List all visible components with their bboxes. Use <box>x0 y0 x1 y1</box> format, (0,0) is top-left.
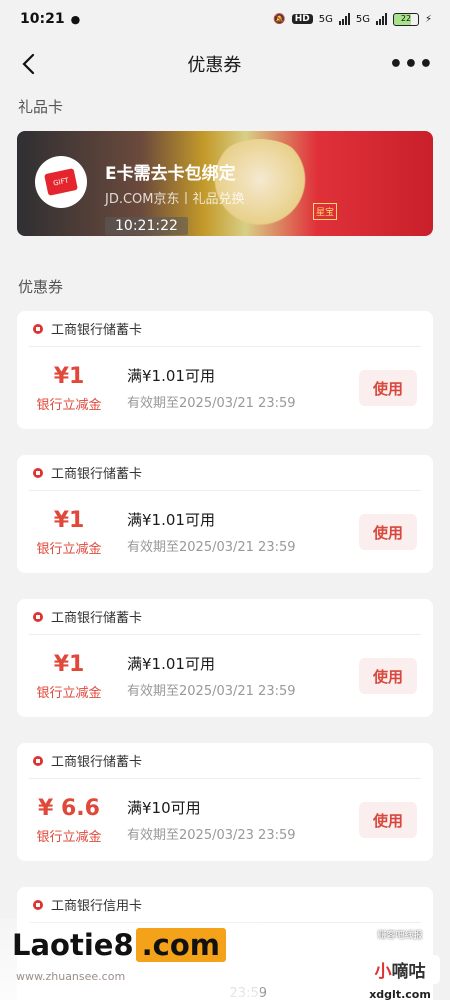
coupon-bank: 工商银行储蓄卡 <box>51 611 143 626</box>
watermark-right: 赚客吧线报 小嘀咕 xdglt.com <box>360 928 440 1000</box>
gift-section-title: 礼品卡 <box>18 98 64 116</box>
coupon-condition: 满¥1.01可用 <box>127 655 215 673</box>
coupon-header: 工商银行储蓄卡 <box>29 311 421 347</box>
signal-icon-2 <box>375 13 387 25</box>
coupon-header: 工商银行储蓄卡 <box>29 455 421 491</box>
coupon-bank: 工商银行储蓄卡 <box>51 467 143 482</box>
coupon-expiry: 有效期至2025/03/21 23:59 <box>127 396 296 411</box>
chevron-left-icon <box>22 53 35 75</box>
coupon-card: 工商银行储蓄卡 ¥1 银行立减金 满¥1.01可用有效期至2025/03/21 2… <box>17 599 433 717</box>
coupon-amount: ¥1 <box>53 507 85 533</box>
gift-card-logo: GIFT <box>35 156 87 208</box>
coupon-header: 工商银行储蓄卡 <box>29 743 421 779</box>
gift-card-subtitle: JD.COM京东丨礼品兑换 <box>105 192 245 207</box>
watermark-logo: Laotie8 .com <box>12 928 226 962</box>
network-label-2: 5G <box>355 13 370 25</box>
gift-card-title: E卡需去卡包绑定 <box>105 164 236 184</box>
more-menu-button[interactable]: ••• <box>389 52 434 77</box>
page-title: 优惠券 <box>187 55 242 76</box>
bank-logo-icon <box>33 899 43 910</box>
coupon-amount: ¥1 <box>53 363 85 389</box>
nav-bar: 优惠券 ••• <box>0 38 450 90</box>
coupon-type: 银行立减金 <box>36 541 102 557</box>
charging-icon: ⚡ <box>424 13 432 25</box>
coupon-card: 工商银行储蓄卡 ¥1 银行立减金 满¥1.01可用有效期至2025/03/21 2… <box>17 311 433 429</box>
coupon-card: 工商银行储蓄卡 ¥1 银行立减金 满¥1.01可用有效期至2025/03/21 2… <box>17 455 433 573</box>
coupon-type: 银行立减金 <box>36 829 102 845</box>
coupon-type: 银行立减金 <box>36 685 102 701</box>
watermark-site: xdglt.com <box>369 988 431 1000</box>
coupon-card: 工商银行储蓄卡 ¥ 6.6 银行立减金 满¥10可用有效期至2025/03/23 … <box>17 743 433 861</box>
status-time: 10:21 <box>20 11 65 27</box>
use-coupon-button[interactable]: 使用 <box>359 514 417 550</box>
status-bar: 10:21 ● 🔕 HD 5G 5G 22 ⚡ <box>0 0 450 38</box>
coupon-expiry: 有效期至2025/03/21 23:59 <box>127 540 296 555</box>
use-coupon-button[interactable]: 使用 <box>359 370 417 406</box>
coupon-header: 工商银行储蓄卡 <box>29 599 421 635</box>
watermark-url: www.zhuansee.com <box>16 970 126 983</box>
use-coupon-button[interactable]: 使用 <box>359 658 417 694</box>
coupon-condition: 满¥10可用 <box>127 799 201 817</box>
gift-icon: GIFT <box>44 168 78 196</box>
coupon-condition: 满¥1.01可用 <box>127 367 215 385</box>
watermark-brand: 小嘀咕 <box>360 955 440 984</box>
mute-icon: 🔕 <box>273 13 286 25</box>
card-stamp: 星宝 <box>312 203 337 220</box>
coupon-type: 银行立减金 <box>36 397 102 413</box>
bank-logo-icon <box>33 755 43 766</box>
coupon-bank: 工商银行储蓄卡 <box>51 323 143 338</box>
coupon-bank: 工商银行信用卡 <box>51 899 143 914</box>
coupon-condition: 满¥1.01可用 <box>127 511 215 529</box>
coupon-expiry: 有效期至2025/03/23 23:59 <box>127 828 296 843</box>
bank-logo-icon <box>33 323 43 334</box>
mascot-illustration <box>205 139 315 229</box>
battery-icon: 22 <box>392 12 419 26</box>
bank-logo-icon <box>33 467 43 478</box>
network-label-1: 5G <box>318 13 333 25</box>
coupon-section-title: 优惠券 <box>18 278 64 296</box>
watermark-caption: 赚客吧线报 <box>377 931 423 941</box>
bank-logo-icon <box>33 611 43 622</box>
gift-card[interactable]: GIFT E卡需去卡包绑定 JD.COM京东丨礼品兑换 10:21:22 星宝 <box>17 131 433 236</box>
hd-badge: HD <box>291 14 313 24</box>
use-coupon-button[interactable]: 使用 <box>359 802 417 838</box>
coupon-amount: ¥ 6.6 <box>38 795 100 821</box>
time-overlay: 10:21:22 <box>105 217 188 235</box>
watermark-left: Laotie8 .com www.zhuansee.com <box>0 918 260 1000</box>
coupon-bank: 工商银行储蓄卡 <box>51 755 143 770</box>
coupon-expiry: 有效期至2025/03/21 23:59 <box>127 684 296 699</box>
back-button[interactable] <box>16 52 40 76</box>
app-notification-icon: ● <box>70 12 81 26</box>
signal-icon <box>338 13 350 25</box>
coupon-amount: ¥1 <box>53 651 85 677</box>
